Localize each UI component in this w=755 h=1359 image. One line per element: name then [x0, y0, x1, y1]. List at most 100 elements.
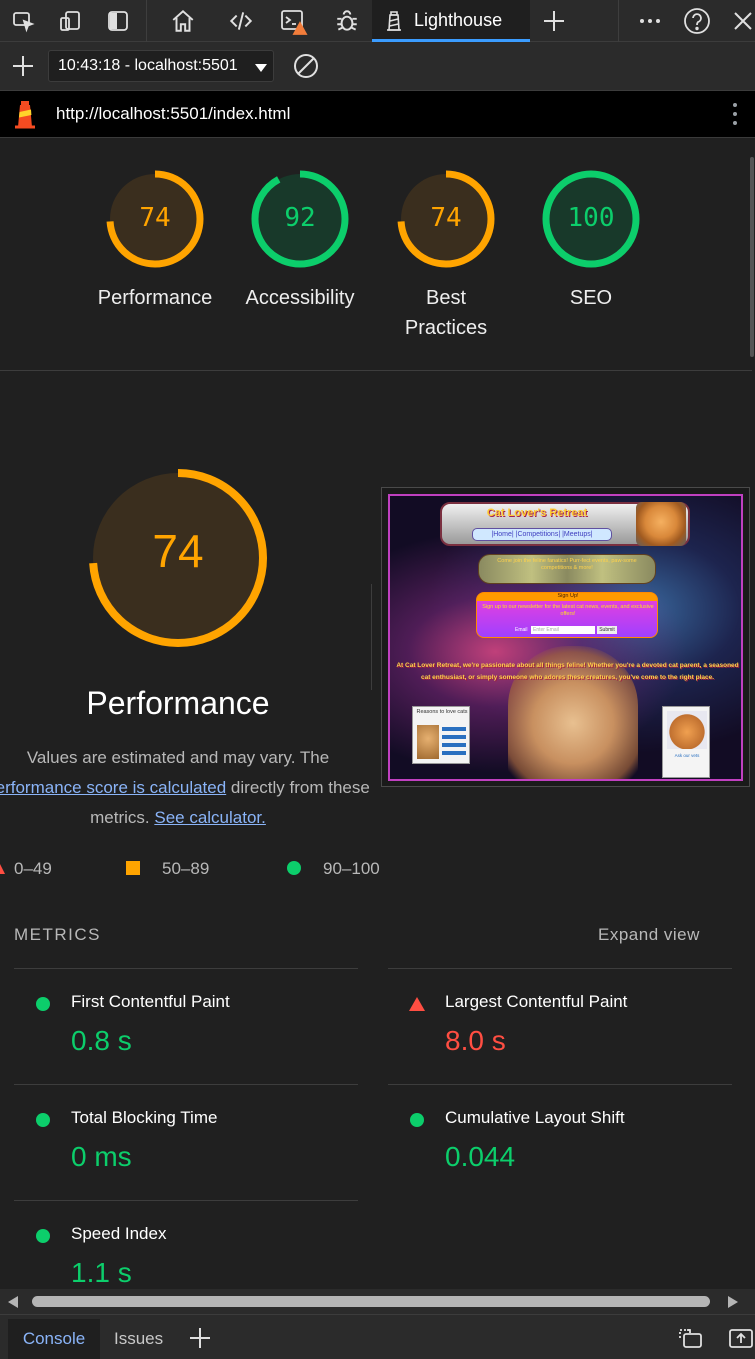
site-nav: |Home| |Competitions| |Meetups| [472, 528, 612, 541]
metric-name: First Contentful Paint [71, 992, 230, 1011]
metric-value: 8.0 s [445, 1025, 506, 1056]
legend-pass-label: 90–100 [323, 859, 380, 878]
new-report-icon[interactable] [9, 52, 37, 80]
pass-circle-icon [410, 1113, 424, 1127]
report-menu-icon[interactable] [731, 100, 739, 128]
help-icon[interactable] [683, 7, 711, 35]
legend-fail-label: 0–49 [14, 859, 52, 878]
signup-title: Sign Up! [557, 593, 579, 599]
metrics-heading: METRICS [14, 925, 101, 944]
site-banner: Come join the feline fanatics! Purr-fect… [478, 554, 656, 584]
metric-speed-index: Speed Index 1.1 s [14, 1200, 358, 1289]
gauge-score: 92 [284, 203, 316, 233]
add-drawer-tab-icon[interactable] [186, 1324, 214, 1352]
average-square-icon [126, 861, 140, 875]
gauge-score: 74 [139, 203, 171, 233]
desc-text: metrics. [90, 808, 155, 827]
devtools-tab-bar: Lighthouse [0, 0, 755, 42]
gauge-label: Best Practices [404, 287, 488, 339]
clear-reports-icon[interactable] [292, 52, 320, 80]
gauge-label: SEO [569, 287, 613, 309]
bug-icon[interactable] [333, 7, 361, 35]
performance-description: Values are estimated and may vary. The p… [0, 743, 394, 833]
card-cat-photo [417, 725, 439, 759]
toolbar-divider [146, 0, 147, 42]
metric-value: 0 ms [71, 1141, 132, 1172]
close-icon[interactable] [730, 7, 755, 35]
device-toolbar-icon[interactable] [56, 7, 84, 35]
new-tab-icon[interactable] [540, 7, 568, 35]
scrollbar-thumb[interactable] [32, 1296, 710, 1307]
fail-triangle-icon [409, 997, 425, 1011]
toggle-sidebar-icon[interactable] [104, 7, 132, 35]
elements-icon[interactable] [227, 7, 255, 35]
legend-pass: 90–100 [287, 859, 380, 879]
more-icon[interactable] [636, 7, 664, 35]
metric-name: Speed Index [71, 1224, 167, 1243]
report-url-bar: http://localhost:5501/index.html [0, 91, 755, 138]
metric-largest-contentful-paint: Largest Contentful Paint 8.0 s [388, 968, 732, 1084]
home-icon[interactable] [169, 7, 197, 35]
tab-console[interactable]: Console [8, 1319, 100, 1359]
vertical-scrollbar[interactable] [750, 157, 754, 357]
gauge-label: Performance [97, 287, 213, 309]
see-calculator-link[interactable]: See calculator. [154, 808, 266, 827]
legend-average-label: 50–89 [162, 859, 210, 878]
site-header: Cat Lover's Retreat |Home| |Competitions… [440, 502, 690, 546]
inspect-icon[interactable] [9, 7, 37, 35]
right-card-text: Ask our vets [674, 753, 700, 758]
console-warning-icon[interactable] [280, 7, 308, 35]
score-gauge-accessibility[interactable]: 92 Accessibility [225, 169, 375, 313]
desc-text: Values are estimated and may vary. The [26, 748, 330, 767]
desc-text: directly from these [226, 778, 370, 797]
report-toolbar: 10:43:18 - localhost:5501 [0, 42, 755, 91]
scroll-left-icon [8, 1296, 18, 1308]
left-card-title: Reasons to love cats [416, 709, 468, 715]
tab-issues[interactable]: Issues [114, 1319, 163, 1359]
lighthouse-tab-icon [380, 7, 408, 35]
score-gauge-performance[interactable]: 74 Performance [80, 169, 230, 313]
tab-lighthouse[interactable]: Lighthouse [372, 0, 530, 42]
lighthouse-report: 74 Performance 92 Accessibility 74 Best … [0, 139, 755, 1289]
score-gauge-best-practices[interactable]: 74 Best Practices [371, 169, 521, 343]
signup-box: Sign Up! Sign up to our newsletter for t… [476, 592, 658, 638]
tab-lighthouse-label: Lighthouse [414, 10, 503, 30]
intro-text: At Cat Lover Retreat, we're passionate a… [396, 662, 739, 681]
scroll-right-icon [728, 1296, 738, 1308]
metric-name: Total Blocking Time [71, 1108, 218, 1127]
close-drawer-icon[interactable] [727, 1324, 755, 1352]
performance-gauge-large: 74 [86, 466, 270, 650]
metric-value: 0.044 [445, 1141, 516, 1172]
expand-view-toggle[interactable]: Expand view [598, 925, 700, 945]
pass-circle-icon [36, 1113, 50, 1127]
toolbar-divider [618, 0, 619, 42]
signup-text: Sign up to our newsletter for the latest… [482, 604, 654, 617]
score-gauge-seo[interactable]: 100 SEO [516, 169, 666, 313]
vertical-divider [371, 584, 372, 690]
legend-average: 50–89 [126, 859, 209, 879]
metric-name: Largest Contentful Paint [445, 992, 628, 1011]
score-calculated-link[interactable]: performance score is calculated [0, 778, 226, 797]
pass-circle-icon [36, 997, 50, 1011]
email-label: Email [515, 627, 528, 633]
pass-circle-icon [36, 1229, 50, 1243]
site-title: Cat Lover's Retreat [486, 507, 588, 519]
email-input: Enter Email [531, 626, 595, 634]
metric-name: Cumulative Layout Shift [445, 1108, 625, 1127]
metric-value: 1.1 s [71, 1257, 132, 1288]
metric-cumulative-layout-shift: Cumulative Layout Shift 0.044 [388, 1084, 732, 1200]
report-select[interactable]: 10:43:18 - localhost:5501 [48, 50, 274, 82]
legend-fail: 0–49 [0, 859, 52, 879]
metric-total-blocking-time: Total Blocking Time 0 ms [14, 1084, 358, 1200]
horizontal-scrollbar[interactable] [0, 1289, 755, 1314]
submit-button: Submit [597, 626, 617, 634]
section-divider [0, 370, 752, 371]
undock-drawer-icon[interactable] [677, 1324, 705, 1352]
gauge-label: Accessibility [245, 287, 355, 309]
chevron-down-icon [255, 64, 267, 72]
report-url[interactable]: http://localhost:5501/index.html [56, 104, 290, 124]
performance-score: 74 [152, 525, 204, 577]
screenshot-page: Cat Lover's Retreat |Home| |Competitions… [388, 494, 743, 781]
report-select-value: 10:43:18 - localhost:5501 [58, 57, 238, 74]
final-screenshot[interactable]: Cat Lover's Retreat |Home| |Competitions… [381, 487, 750, 787]
